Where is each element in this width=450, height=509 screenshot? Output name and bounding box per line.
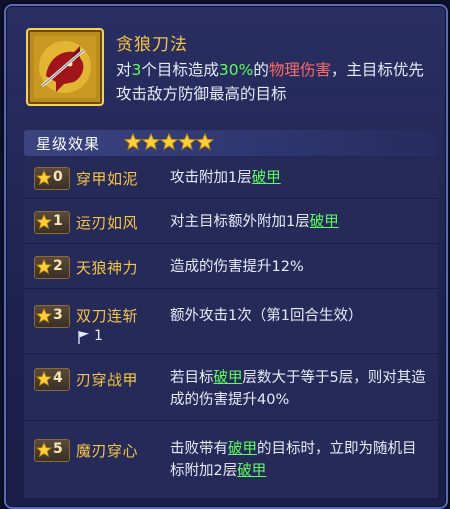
- star-level-number: 5: [53, 441, 63, 457]
- star-level-badge: 3: [34, 305, 70, 328]
- desc-text: 对主目标额外附加1层: [170, 214, 310, 230]
- star-level-row: 1 运刃如风 对主目标额外附加1层破甲: [24, 199, 438, 244]
- star-icon: [36, 442, 52, 458]
- desc-text: 攻击附加1层: [170, 170, 252, 186]
- section-title: 星级效果: [36, 135, 101, 153]
- star-level-number: 2: [53, 258, 63, 274]
- star-level-badge: 0: [34, 167, 70, 190]
- desc-text: 击败带有: [170, 441, 228, 457]
- fox-warrior-icon: [26, 28, 104, 106]
- desc-target-count: 3: [131, 61, 142, 79]
- star-level-description: 额外攻击1次（第1回合生效）: [170, 305, 430, 327]
- star-level-row: 5 魔刃穿心 击败带有破甲的目标时，立即为随机目标附加2层破甲: [24, 421, 438, 497]
- desc-text: 额外攻击1次（第1回合生效）: [170, 308, 363, 324]
- star-icon: [36, 308, 52, 324]
- star-level-number: 0: [53, 169, 63, 185]
- star-level-badge: 5: [34, 439, 70, 462]
- skill-tooltip-panel: 贪狼刀法 对3个目标造成30%的物理伤害，主目标优先攻击敌方防御最高的目标 星级…: [4, 4, 448, 509]
- star-icon: [124, 133, 142, 151]
- star-level-description: 击败带有破甲的目标时，立即为随机目标附加2层破甲: [170, 438, 430, 482]
- desc-damage-type: 物理伤害: [268, 61, 331, 79]
- star-level-description: 造成的伤害提升12%: [170, 256, 430, 278]
- flag-icon: [78, 331, 89, 344]
- star-level-number: 1: [53, 213, 63, 229]
- star-icon: [178, 133, 196, 151]
- star-level-name: 双刀连斩: [76, 307, 139, 325]
- star-icon: [36, 371, 52, 387]
- star-level-name: 穿甲如泥: [76, 170, 139, 188]
- desc-text: 造成的伤害提升12%: [170, 259, 304, 275]
- star-icon: [36, 259, 52, 275]
- star-level-name: 天狼神力: [76, 259, 139, 277]
- star-level-badge: 1: [34, 211, 70, 234]
- star-level-number: 3: [53, 307, 63, 323]
- star-level-name: 刃穿战甲: [76, 371, 139, 389]
- armor-break-link[interactable]: 破甲: [237, 463, 266, 479]
- flag-count: 1: [94, 328, 103, 344]
- armor-break-link[interactable]: 破甲: [310, 214, 339, 230]
- round-flag: 1: [76, 328, 103, 349]
- star-icon: [142, 133, 160, 151]
- star-effects-header: 星级效果: [24, 130, 438, 156]
- star-level-description: 对主目标额外附加1层破甲: [170, 211, 430, 233]
- desc-text: 的: [253, 61, 269, 79]
- star-icon: [36, 214, 52, 230]
- armor-break-link[interactable]: 破甲: [228, 441, 257, 457]
- skill-description: 对3个目标造成30%的物理伤害，主目标优先攻击敌方防御最高的目标: [116, 58, 436, 106]
- desc-text: 若目标: [170, 370, 214, 386]
- armor-break-link[interactable]: 破甲: [252, 170, 281, 186]
- star-level-row: 4 刃穿战甲 若目标破甲层数大于等于5层，则对其造成的伤害提升40%: [24, 354, 438, 421]
- star-level-description: 攻击附加1层破甲: [170, 167, 430, 189]
- star-icon: [196, 133, 214, 151]
- desc-text: 个目标造成: [141, 61, 219, 79]
- star-level-badge: 4: [34, 368, 70, 391]
- star-effects-list: 0 穿甲如泥 攻击附加1层破甲 1 运刃如风 对主目标额外附加1层破甲 2 天狼…: [24, 158, 438, 498]
- star-icon: [36, 170, 52, 186]
- star-level-row: 3 双刀连斩 1 额外攻击1次（第1回合生效）: [24, 289, 438, 354]
- star-level-row: 0 穿甲如泥 攻击附加1层破甲: [24, 158, 438, 199]
- star-level-number: 4: [53, 370, 63, 386]
- star-icon: [160, 133, 178, 151]
- star-level-badge: 2: [34, 256, 70, 279]
- star-level-name: 魔刃穿心: [76, 442, 139, 460]
- star-level-name: 运刃如风: [76, 214, 139, 232]
- star-level-row: 2 天狼神力 造成的伤害提升12%: [24, 244, 438, 289]
- star-rating: [124, 133, 214, 155]
- star-level-description: 若目标破甲层数大于等于5层，则对其造成的伤害提升40%: [170, 367, 430, 411]
- skill-name: 贪狼刀法: [116, 35, 188, 55]
- armor-break-link[interactable]: 破甲: [214, 370, 243, 386]
- desc-text: 对: [116, 61, 132, 79]
- desc-percent: 30%: [218, 61, 254, 79]
